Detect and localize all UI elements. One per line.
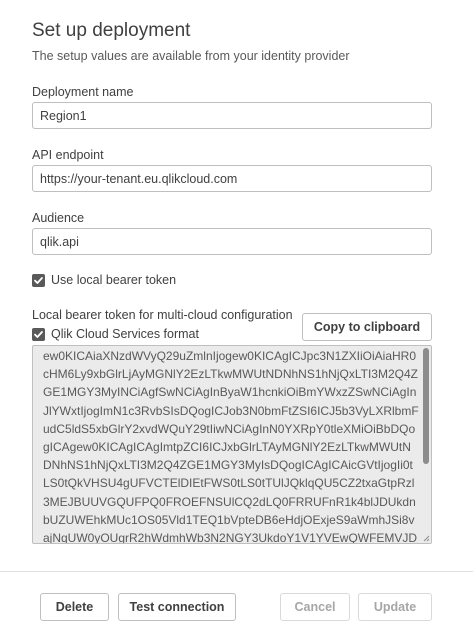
- deployment-name-label: Deployment name: [32, 85, 134, 99]
- delete-button[interactable]: Delete: [40, 593, 109, 621]
- api-endpoint-input[interactable]: [32, 165, 432, 192]
- api-endpoint-label: API endpoint: [32, 148, 104, 162]
- token-scrollbar-thumb[interactable]: [423, 348, 429, 464]
- dialog-subtitle: The setup values are available from your…: [32, 49, 350, 63]
- checkmark-icon: [34, 330, 43, 338]
- qcs-format-label: Qlik Cloud Services format: [51, 327, 199, 341]
- qcs-format-checkbox[interactable]: [32, 327, 45, 341]
- use-local-bearer-row[interactable]: Use local bearer token: [32, 273, 176, 287]
- update-button[interactable]: Update: [358, 593, 432, 621]
- use-local-bearer-label: Use local bearer token: [51, 273, 177, 287]
- footer-divider: [0, 571, 473, 572]
- checkmark-icon: [34, 276, 43, 284]
- copy-to-clipboard-button[interactable]: Copy to clipboard: [302, 313, 432, 341]
- deployment-name-input[interactable]: [32, 102, 432, 129]
- cancel-button[interactable]: Cancel: [280, 593, 350, 621]
- dialog-title: Set up deployment: [32, 20, 191, 41]
- test-connection-button[interactable]: Test connection: [118, 593, 236, 621]
- qcs-format-row[interactable]: Qlik Cloud Services format: [32, 327, 199, 341]
- audience-label: Audience: [32, 211, 85, 225]
- audience-input[interactable]: [32, 228, 432, 255]
- resize-grip-icon[interactable]: [422, 534, 430, 542]
- local-bearer-token-label: Local bearer token for multi-cloud confi…: [32, 308, 293, 322]
- use-local-bearer-checkbox[interactable]: [32, 273, 45, 287]
- bearer-token-text: ew0KICAiaXNzdWVyQ29uZmlnIjogew0KICAgICJp…: [43, 349, 419, 543]
- bearer-token-textarea[interactable]: ew0KICAiaXNzdWVyQ29uZmlnIjogew0KICAgICJp…: [32, 345, 432, 544]
- token-scrollbar[interactable]: [421, 346, 431, 543]
